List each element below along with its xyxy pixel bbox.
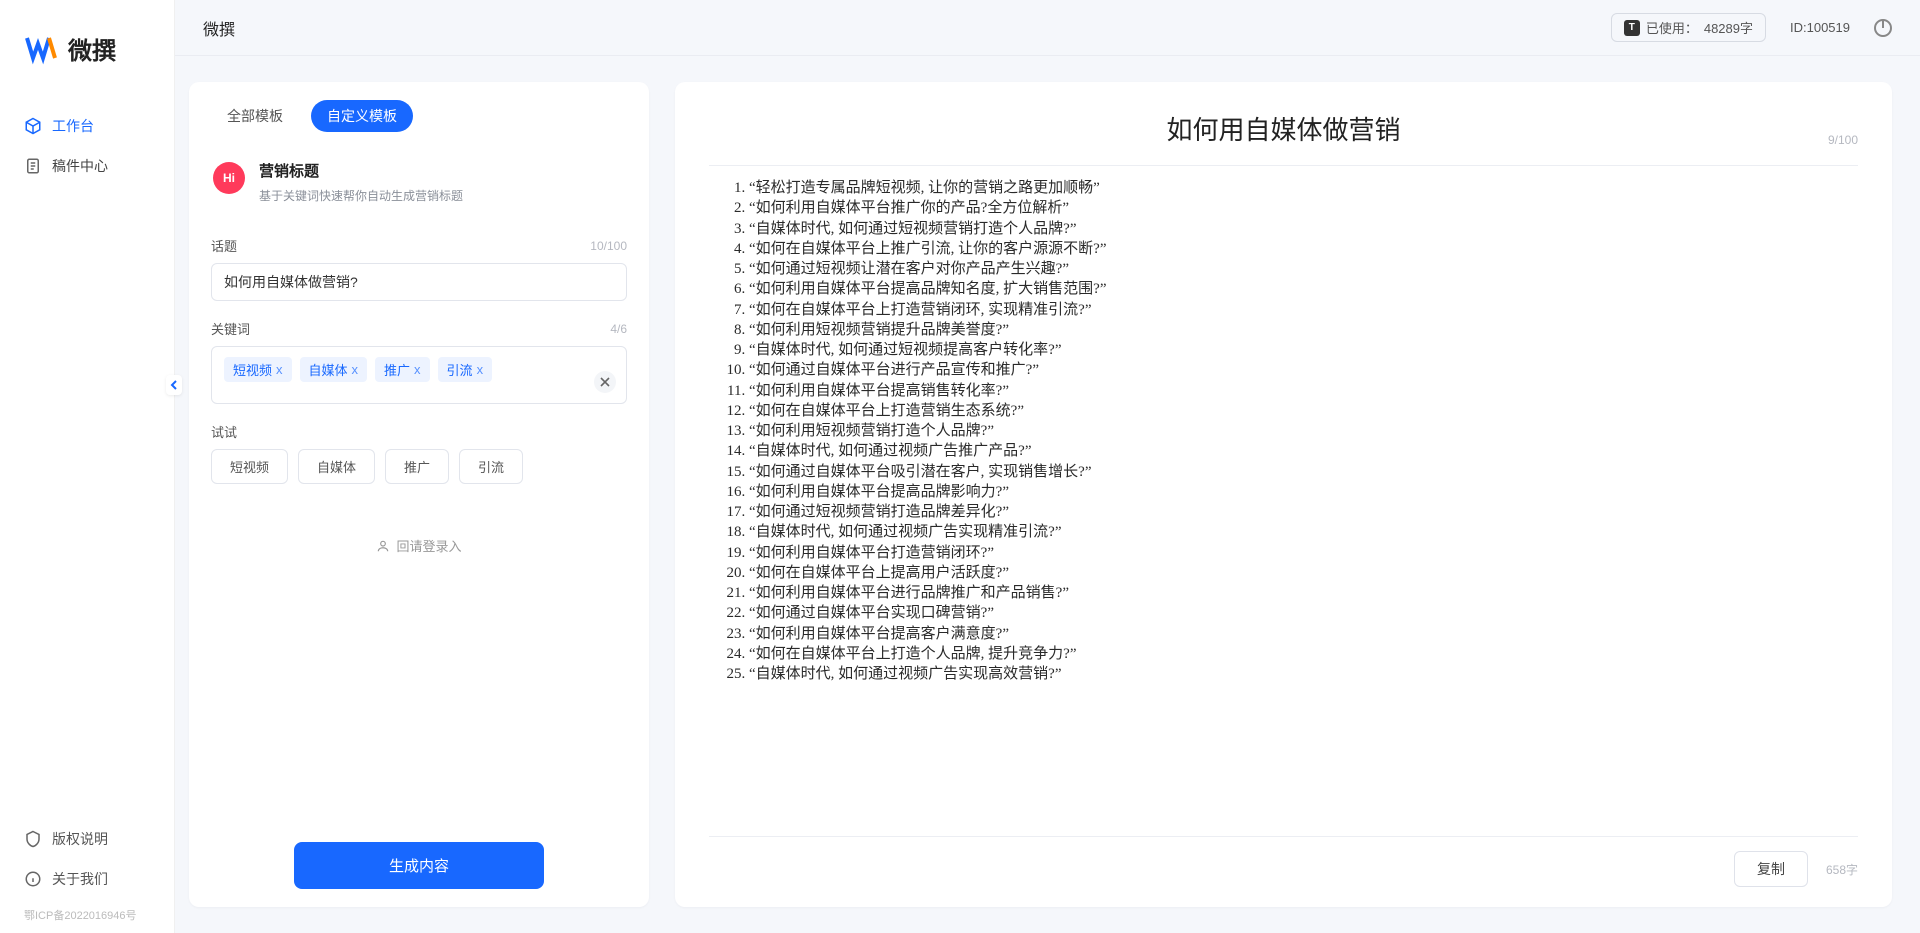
keywords-label: 关键词 [211,319,250,338]
remove-tag-icon[interactable]: x [414,362,421,377]
template-header: Hi 营销标题 基于关键词快速帮你自动生成营销标题 [211,156,627,208]
tab-all[interactable]: 全部模板 [211,100,299,132]
try-suggestion[interactable]: 推广 [385,449,449,484]
text-icon: T [1624,20,1640,36]
try-label: 试试 [211,422,237,441]
nav-drafts[interactable]: 稿件中心 [10,146,164,186]
nav-about[interactable]: 关于我们 [10,859,164,899]
info-icon [24,870,42,888]
nav: 工作台 稿件中心 [0,106,174,819]
hi-icon: Hi [213,162,245,194]
generate-button[interactable]: 生成内容 [294,842,544,889]
nav-label: 版权说明 [52,829,108,849]
template-name: 营销标题 [259,160,463,181]
remove-tag-icon[interactable]: x [276,362,283,377]
keywords-field: 关键词 4/6 短视频 x 自媒体 x 推广 x 引流 x [211,319,627,404]
usage-label: 已使用： [1646,18,1698,37]
result-item: “如何利用自媒体平台进行品牌推广和产品销售?” [749,583,1858,603]
topic-input[interactable] [211,263,627,301]
try-suggestion[interactable]: 自媒体 [298,449,375,484]
usage-badge[interactable]: T 已使用： 48289字 [1611,13,1766,42]
keywords-input[interactable]: 短视频 x 自媒体 x 推广 x 引流 x [211,346,627,404]
user-id: ID:100519 [1790,20,1850,35]
try-suggestion[interactable]: 引流 [459,449,523,484]
logo: 微撰 [0,30,174,106]
result-item: “自媒体时代, 如何通过视频广告实现高效营销?” [749,664,1858,684]
nav-label: 稿件中心 [52,156,108,176]
logo-text: 微撰 [68,31,116,66]
result-item: “如何通过短视频营销打造品牌差异化?” [749,502,1858,522]
clear-tags-button[interactable] [594,371,616,393]
result-item: “如何利用自媒体平台提高销售转化率?” [749,381,1858,401]
sidebar: 微撰 工作台 稿件中心 版权说明 关于我们 鄂ICP备2022016946号 [0,0,175,933]
result-item: “如何通过短视频让潜在客户对你产品产生兴趣?” [749,259,1858,279]
output-footer: 复制 658字 [709,836,1858,887]
try-field: 试试 短视频自媒体推广引流 [211,422,627,484]
result-item: “如何通过自媒体平台吸引潜在客户, 实现销售增长?” [749,462,1858,482]
right-panel: 如何用自媒体做营销 9/100 “轻松打造专属品牌短视频, 让你的营销之路更加顺… [675,82,1892,907]
result-item: “如何通过自媒体平台实现口碑营销?” [749,603,1858,623]
remove-tag-icon[interactable]: x [477,362,484,377]
keyword-tag[interactable]: 短视频 x [224,357,292,382]
result-item: “如何在自媒体平台上打造营销闭环, 实现精准引流?” [749,300,1858,320]
result-item: “如何利用短视频营销提升品牌美誉度?” [749,320,1858,340]
result-item: “如何通过自媒体平台进行产品宣传和推广?” [749,360,1858,380]
result-item: “如何利用自媒体平台提高客户满意度?” [749,624,1858,644]
page-title: 微撰 [203,16,235,40]
divider [709,165,1858,166]
nav-copyright[interactable]: 版权说明 [10,819,164,859]
result-item: “自媒体时代, 如何通过视频广告推广产品?” [749,441,1858,461]
keywords-counter: 4/6 [610,322,627,336]
left-panel: 全部模板 自定义模板 Hi 营销标题 基于关键词快速帮你自动生成营销标题 话题 … [189,82,649,907]
result-item: “自媒体时代, 如何通过视频广告实现精准引流?” [749,522,1858,542]
topic-field: 话题 10/100 [211,236,627,301]
result-item: “如何利用短视频营销打造个人品牌?” [749,421,1858,441]
keyword-tag[interactable]: 引流 x [438,357,493,382]
result-item: “如何利用自媒体平台推广你的产品?全方位解析” [749,198,1858,218]
tab-custom[interactable]: 自定义模板 [311,100,413,132]
result-item: “如何利用自媒体平台提高品牌知名度, 扩大销售范围?” [749,279,1858,299]
topic-counter: 10/100 [590,239,627,253]
result-item: “如何利用自媒体平台提高品牌影响力?” [749,482,1858,502]
topbar: 微撰 T 已使用： 48289字 ID:100519 [175,0,1920,56]
result-item: “如何在自媒体平台上推广引流, 让你的客户源源不断?” [749,239,1858,259]
result-item: “如何在自媒体平台上打造个人品牌, 提升竞争力?” [749,644,1858,664]
power-icon[interactable] [1874,19,1892,37]
sidebar-footer: 版权说明 关于我们 [0,819,174,899]
result-item: “如何利用自媒体平台打造营销闭环?” [749,543,1858,563]
shield-icon [24,830,42,848]
template-tabs: 全部模板 自定义模板 [211,100,627,132]
result-item: “自媒体时代, 如何通过短视频提高客户转化率?” [749,340,1858,360]
template-desc: 基于关键词快速帮你自动生成营销标题 [259,187,463,204]
output-title-counter: 9/100 [1828,133,1858,147]
nav-workbench[interactable]: 工作台 [10,106,164,146]
copy-button[interactable]: 复制 [1734,851,1808,887]
topic-label: 话题 [211,236,237,255]
login-hint[interactable]: 回请登录入 [211,536,627,555]
sidebar-collapse[interactable] [166,375,182,395]
keyword-tag[interactable]: 自媒体 x [300,357,368,382]
result-item: “自媒体时代, 如何通过短视频营销打造个人品牌?” [749,219,1858,239]
output-results: “轻松打造专属品牌短视频, 让你的营销之路更加顺畅”“如何利用自媒体平台推广你的… [709,178,1858,836]
document-icon [24,157,42,175]
login-hint-text: 回请登录入 [396,536,461,555]
cube-icon [24,117,42,135]
keyword-tag[interactable]: 推广 x [375,357,430,382]
output-char-count: 658字 [1826,861,1858,878]
icp-text: 鄂ICP备2022016946号 [0,899,174,923]
result-item: “如何在自媒体平台上提高用户活跃度?” [749,563,1858,583]
result-item: “如何在自媒体平台上打造营销生态系统?” [749,401,1858,421]
usage-value: 48289字 [1704,18,1753,37]
try-suggestion[interactable]: 短视频 [211,449,288,484]
result-item: “轻松打造专属品牌短视频, 让你的营销之路更加顺畅” [749,178,1858,198]
nav-label: 关于我们 [52,869,108,889]
nav-label: 工作台 [52,116,94,136]
output-title: 如何用自媒体做营销 [1166,116,1400,145]
remove-tag-icon[interactable]: x [352,362,359,377]
user-icon [376,539,390,553]
logo-icon [24,30,60,66]
